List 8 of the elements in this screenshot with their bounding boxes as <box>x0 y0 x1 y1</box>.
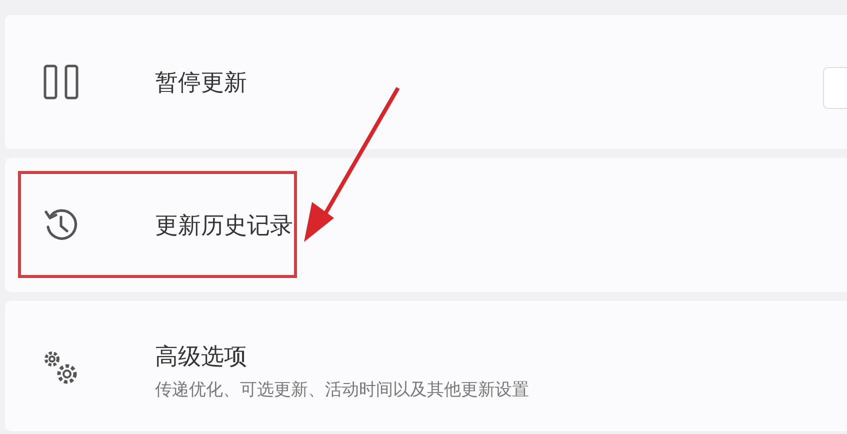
item-title: 更新历史记录 <box>155 212 293 240</box>
settings-card[interactable]: 暂停更新 <box>5 15 847 149</box>
settings-card[interactable]: 更新历史记录 <box>5 158 847 292</box>
item-description: 传递优化、可选更新、活动时间以及其他更新设置 <box>155 379 529 401</box>
item-title: 高级选项 <box>155 343 248 372</box>
pause-icon <box>41 63 81 101</box>
item-title: 暂停更新 <box>155 68 247 98</box>
settings-card[interactable]: 高级选项 传递优化、可选更新、活动时间以及其他更新设置 <box>5 301 847 431</box>
